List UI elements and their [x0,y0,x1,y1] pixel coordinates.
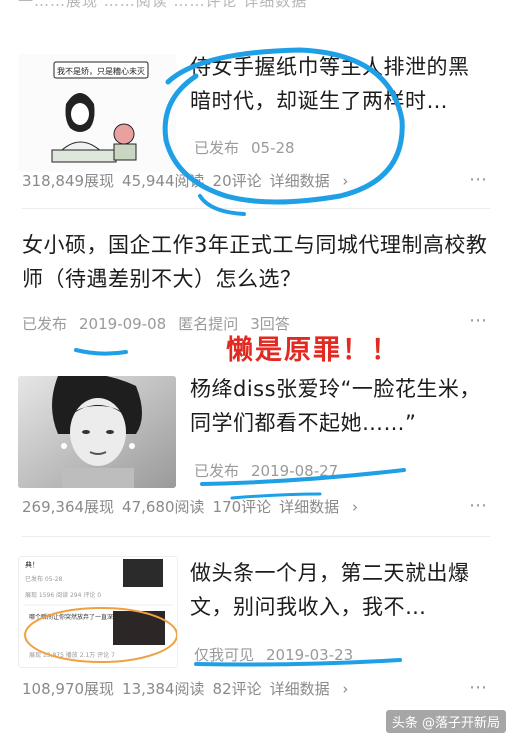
article-4-thumbnail: 典！ 已发布 05-28 展现 1596 阅读 294 评论 0 哪个瞬间让你突… [18,556,178,668]
article-3-title[interactable]: 杨绛diss张爱玲“一脸花生米，同学们都看不起她……” [190,372,490,440]
article-1-reads: 45,944阅读 [122,172,205,190]
divider [22,536,490,537]
article-1-date: 05-28 [251,139,295,157]
more-options-icon[interactable]: ⋯ [469,677,488,698]
article-4-detail-link[interactable]: 详细数据 › [270,680,357,698]
article-3-views: 269,364展现 [22,498,115,516]
blue-tail-mark [198,194,246,216]
article-4-title[interactable]: 做头条一个月，第二天就出爆文，别问我收入，我不… [190,556,490,624]
more-options-icon[interactable]: ⋯ [469,495,488,516]
article-4-comments: 82评论 [212,680,262,698]
more-options-icon[interactable]: ⋯ [469,310,488,331]
more-options-icon[interactable]: ⋯ [469,169,488,190]
annotation-text: 懒是原罪！！ [226,335,400,366]
top-partial-stats: 一……展现 ……阅读 ……评论 详细数据 [0,0,512,8]
article-1-views: 318,849展现 [22,172,115,190]
article-1-status: 已发布 [194,139,240,157]
article-2-title[interactable]: 女小硕，国企工作3年正式工与同城代理制高校教师（待遇差别不大）怎么选？ [22,228,492,296]
article-2-date: 2019-09-08 [79,315,167,333]
article-3-thumbnail [18,376,176,488]
article-3-comments: 170评论 [212,498,272,516]
top-partial-text: 一……展现 ……阅读 ……评论 详细数据 [18,0,307,8]
thumb-line: 已发布 05-28 [25,575,63,583]
article-3-publish-info: 已发布 2019-08-27 [194,460,338,481]
article-3-status: 已发布 [194,462,240,480]
divider [22,208,490,209]
article-4-publish-info: 仅我可见 2019-03-23 [194,644,353,665]
article-3-detail-link[interactable]: 详细数据 › [279,498,366,516]
article-2-status: 已发布 [22,315,68,333]
article-1-stats: 318,849展现 45,944阅读 20评论 详细数据 › [22,170,364,191]
article-1-detail-link[interactable]: 详细数据 › [270,172,357,190]
article-4-reads: 13,384阅读 [122,680,205,698]
chevron-right-icon: › [342,680,349,698]
chevron-right-icon: › [351,498,358,516]
article-4-status: 仅我可见 [194,646,255,664]
article-1-title[interactable]: 侍女手握纸巾等主人排泄的黑暗时代，却诞生了两样时… [190,50,490,118]
article-4-stats: 108,970展现 13,384阅读 82评论 详细数据 › [22,678,364,699]
chevron-right-icon: › [342,172,349,190]
article-4-date: 2019-03-23 [266,646,354,664]
article-1-thumbnail: 我不是矫，只是糟心未灭 [18,54,176,172]
article-3-reads: 47,680阅读 [122,498,205,516]
thumb-line: 典！ [25,560,39,569]
blue-underline-mark [74,348,128,356]
article-3-stats: 269,364展现 47,680阅读 170评论 详细数据 › [22,496,374,517]
article-3-date: 2019-08-27 [251,462,339,480]
watermark: 头条 @落子开新局 [385,710,506,733]
article-4-views: 108,970展现 [22,680,115,698]
thumb-caption: 我不是矫，只是糟心未灭 [57,66,145,76]
article-1-comments: 20评论 [212,172,262,190]
article-1-publish-info: 已发布 05-28 [194,137,295,158]
thumb-line: 展现 1596 阅读 294 评论 0 [25,591,101,599]
